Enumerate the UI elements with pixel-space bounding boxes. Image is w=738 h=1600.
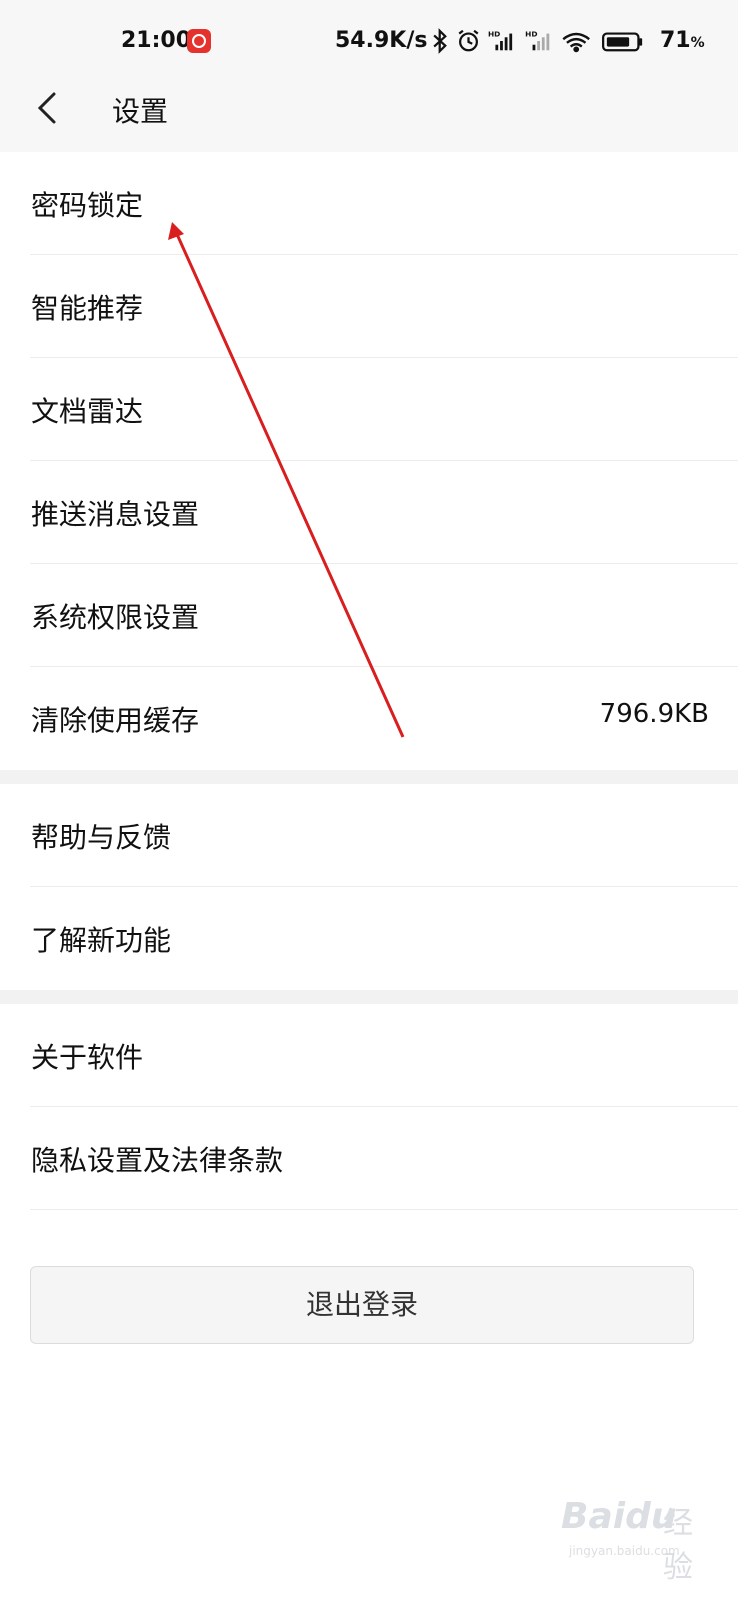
navigation-header: 设置 — [0, 80, 738, 152]
settings-item-label: 推送消息设置 — [31, 498, 200, 531]
watermark-url: jingyan.baidu.com — [569, 1544, 680, 1558]
section-gap — [0, 770, 738, 784]
settings-section-help: 帮助与反馈 了解新功能 — [0, 784, 738, 990]
settings-section-main: 密码锁定 智能推荐 文档雷达 推送消息设置 系统权限设置 清除使用缓存 796.… — [0, 152, 738, 770]
settings-section-about: 关于软件 隐私设置及法律条款 — [0, 1004, 738, 1210]
settings-item-label: 隐私设置及法律条款 — [31, 1144, 284, 1177]
hd-signal-icon: HD — [525, 29, 550, 51]
settings-item-about[interactable]: 关于软件 — [0, 1004, 738, 1107]
settings-item-label: 帮助与反馈 — [31, 821, 172, 854]
bluetooth-icon — [433, 28, 447, 54]
alarm-icon — [458, 29, 479, 52]
settings-item-system-permissions[interactable]: 系统权限设置 — [0, 564, 738, 667]
battery-percentage: 71% — [660, 28, 705, 53]
notification-app-icon — [187, 29, 211, 53]
watermark-brand-cn: 经验 — [663, 1506, 693, 1585]
settings-item-privacy-legal[interactable]: 隐私设置及法律条款 — [0, 1107, 738, 1210]
settings-item-help-feedback[interactable]: 帮助与反馈 — [0, 784, 738, 887]
settings-item-new-features[interactable]: 了解新功能 — [0, 887, 738, 990]
settings-item-smart-recommend[interactable]: 智能推荐 — [0, 255, 738, 358]
settings-item-document-radar[interactable]: 文档雷达 — [0, 358, 738, 461]
wifi-icon — [562, 32, 590, 53]
settings-item-label: 清除使用缓存 — [31, 704, 200, 737]
row-divider — [30, 1209, 738, 1210]
watermark-brand: Baidu — [561, 1496, 677, 1537]
settings-item-clear-cache[interactable]: 清除使用缓存 796.9KB — [0, 667, 738, 770]
logout-button[interactable]: 退出登录 — [30, 1266, 694, 1344]
settings-item-label: 智能推荐 — [31, 292, 144, 325]
settings-item-label: 关于软件 — [31, 1041, 144, 1074]
section-gap — [0, 990, 738, 1004]
svg-text:HD: HD — [488, 29, 500, 38]
status-time: 21:00 — [121, 28, 192, 53]
settings-item-label: 密码锁定 — [31, 189, 144, 222]
back-arrow-icon[interactable] — [34, 88, 64, 128]
battery-icon — [602, 32, 643, 52]
page-title: 设置 — [112, 95, 169, 128]
settings-item-password-lock[interactable]: 密码锁定 — [0, 152, 738, 255]
settings-item-label: 系统权限设置 — [31, 601, 200, 634]
status-bar: 21:00 54.9K/s HD HD 71% — [0, 0, 738, 80]
svg-text:HD: HD — [525, 29, 537, 38]
status-icons: HD HD — [433, 28, 643, 54]
settings-item-push-notifications[interactable]: 推送消息设置 — [0, 461, 738, 564]
settings-item-label: 文档雷达 — [31, 395, 144, 428]
hd-signal-icon: HD — [488, 29, 513, 51]
settings-item-label: 了解新功能 — [31, 924, 172, 957]
network-speed: 54.9K/s — [335, 28, 428, 53]
cache-size-value: 796.9KB — [599, 699, 709, 729]
